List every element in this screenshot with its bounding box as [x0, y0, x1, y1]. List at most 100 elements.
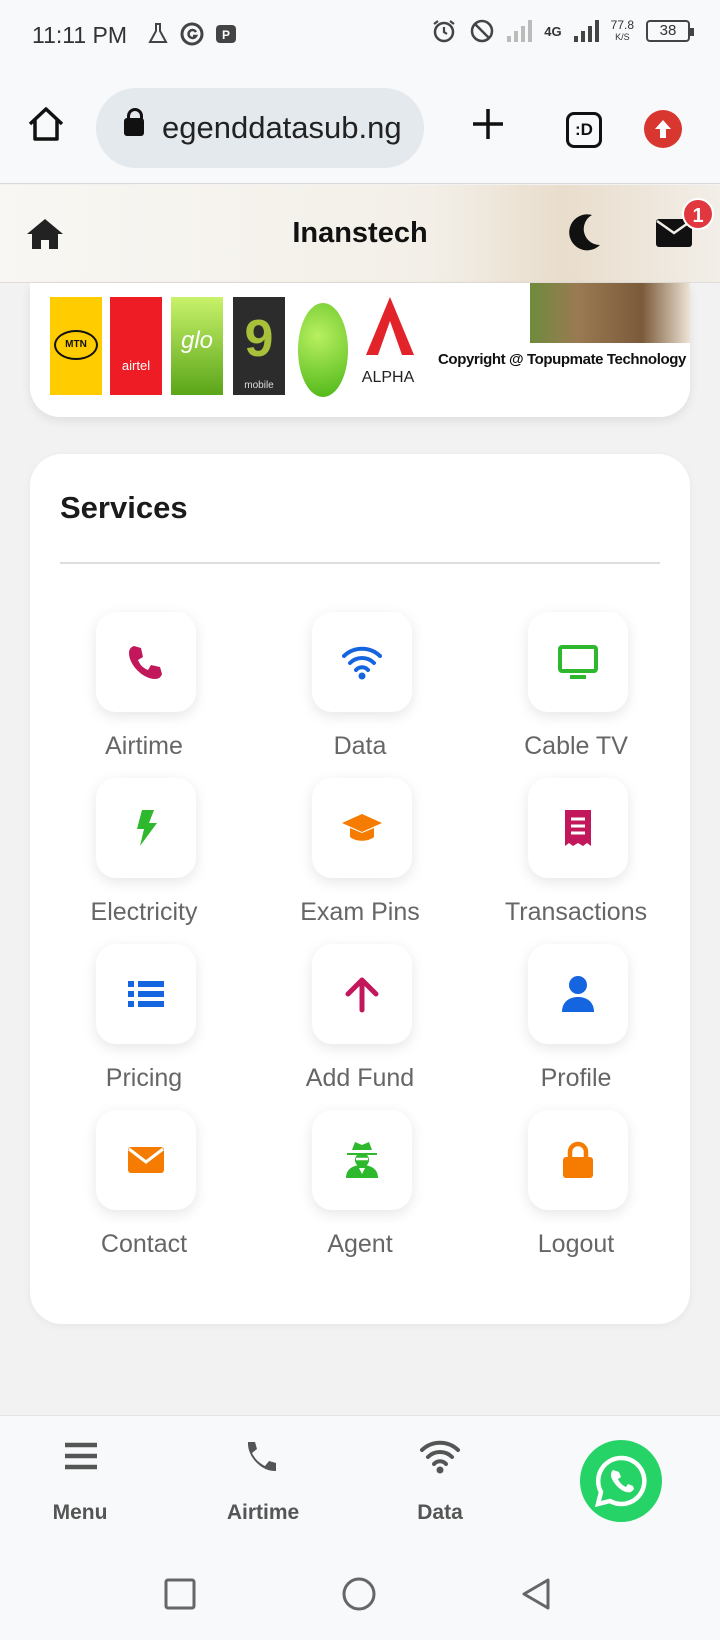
do-not-disturb-icon	[471, 19, 494, 43]
browser-toolbar: egenddatasub.ng	[0, 72, 720, 184]
moon-icon[interactable]	[566, 213, 602, 253]
smile-logo	[298, 303, 348, 397]
user-secret-icon	[346, 1142, 378, 1178]
airtel-logo-text: airtel	[121, 358, 151, 373]
service-electricity[interactable]: Electricity	[44, 778, 244, 938]
receipt-icon	[565, 810, 591, 846]
service-label: Transactions	[504, 898, 648, 926]
mail-badge: 1	[682, 198, 714, 230]
signal-icon	[507, 20, 533, 42]
update-button[interactable]	[644, 110, 682, 148]
service-tile[interactable]	[312, 612, 412, 712]
net-speed-value: 77.8	[610, 18, 634, 32]
tab-switcher-button[interactable]: :D	[566, 112, 602, 148]
service-tile[interactable]	[96, 612, 196, 712]
app-notification-icon: P	[216, 25, 236, 43]
signal-icon-2	[573, 20, 599, 42]
nav-data[interactable]: Data	[390, 1416, 490, 1546]
service-tile[interactable]	[312, 1110, 412, 1210]
net-speed: 77.8 K/S	[611, 19, 634, 43]
battery-icon: 38	[646, 20, 694, 42]
alpha-logo: ALPHA	[360, 297, 416, 395]
service-transactions[interactable]: Transactions	[476, 778, 676, 938]
nav-menu[interactable]: Menu	[30, 1416, 130, 1546]
service-agent[interactable]: Agent	[260, 1110, 460, 1270]
service-tile[interactable]	[312, 944, 412, 1044]
9mobile-logo-num: 9	[244, 310, 274, 368]
promo-banner: MTN airtel glo 9 mobile ALPHA Copyright @…	[30, 283, 690, 417]
phone-icon	[129, 646, 162, 679]
service-logout[interactable]: Logout	[476, 1110, 676, 1270]
notification-icons: P	[146, 22, 238, 46]
status-time: 11:11 PM	[32, 22, 128, 48]
alpha-logo-text: ALPHA	[361, 369, 415, 386]
service-label: Exam Pins	[300, 898, 420, 926]
service-tile[interactable]	[96, 944, 196, 1044]
service-contact[interactable]: Contact	[44, 1110, 244, 1270]
service-label: Logout	[537, 1230, 615, 1258]
service-cable-tv[interactable]: Cable TV	[476, 612, 676, 772]
banner-photo	[530, 283, 690, 343]
service-label: Cable TV	[524, 732, 628, 760]
wifi-icon	[420, 1440, 460, 1474]
service-tile[interactable]	[96, 778, 196, 878]
arrow-up-icon	[345, 977, 379, 1013]
service-tile[interactable]	[528, 1110, 628, 1210]
user-icon	[562, 976, 594, 1012]
service-label: Electricity	[90, 898, 198, 926]
divider	[60, 562, 660, 564]
grammarly-icon	[180, 22, 204, 46]
airtel-logo: airtel	[110, 297, 162, 395]
app-title: Inanstech	[292, 217, 428, 249]
nav-menu-label: Menu	[52, 1501, 108, 1524]
back-icon[interactable]	[520, 1577, 552, 1611]
9mobile-logo: 9 mobile	[233, 297, 285, 395]
whatsapp-icon	[594, 1455, 647, 1508]
flask-icon	[148, 23, 168, 43]
url-text: egenddatasub.ng	[162, 110, 402, 145]
banner-copyright: Copyright @ Topupmate Technology LTD	[438, 351, 690, 368]
network-type: 4G	[544, 23, 562, 39]
lock-icon	[563, 1141, 593, 1178]
service-data[interactable]: Data	[260, 612, 460, 772]
nav-data-label: Data	[417, 1501, 463, 1524]
nav-airtime[interactable]: Airtime	[213, 1416, 313, 1546]
menu-icon	[65, 1442, 97, 1470]
services-heading: Services	[60, 490, 188, 525]
mtn-logo: MTN	[50, 297, 102, 395]
service-airtime[interactable]: Airtime	[44, 612, 244, 772]
alarm-icon	[433, 20, 455, 43]
arrow-up-icon	[655, 120, 671, 138]
recents-icon[interactable]	[164, 1578, 196, 1610]
service-tile[interactable]	[96, 1110, 196, 1210]
home-circle-icon[interactable]	[342, 1577, 376, 1611]
service-pricing[interactable]: Pricing	[44, 944, 244, 1104]
service-label: Agent	[327, 1230, 393, 1258]
status-right: 4G 77.8 K/S 38	[431, 18, 694, 44]
wifi-icon	[342, 646, 382, 680]
service-tile[interactable]	[528, 778, 628, 878]
svg-text:P: P	[222, 28, 230, 42]
envelope-icon	[128, 1147, 164, 1173]
service-tile[interactable]	[528, 612, 628, 712]
mtn-logo-text: MTN	[54, 330, 98, 360]
whatsapp-button[interactable]	[580, 1440, 662, 1522]
home-icon[interactable]	[26, 104, 66, 144]
service-tile[interactable]	[528, 944, 628, 1044]
new-tab-icon[interactable]	[468, 104, 508, 144]
bolt-icon	[137, 810, 157, 846]
status-bar: 11:11 PM P 4G 77.8 K/S 38	[0, 0, 720, 72]
service-profile[interactable]: Profile	[476, 944, 676, 1104]
list-icon	[128, 981, 164, 1007]
service-add-fund[interactable]: Add Fund	[260, 944, 460, 1104]
9mobile-logo-text: mobile	[244, 380, 274, 391]
glo-logo: glo	[171, 297, 223, 395]
address-bar[interactable]: egenddatasub.ng	[96, 88, 424, 168]
nav-airtime-label: Airtime	[226, 1501, 300, 1524]
tv-icon	[558, 645, 598, 679]
lock-icon	[124, 108, 144, 136]
system-nav-bar	[0, 1545, 720, 1640]
service-tile[interactable]	[312, 778, 412, 878]
service-exam-pins[interactable]: Exam Pins	[260, 778, 460, 938]
glo-logo-text: glo	[180, 327, 214, 354]
